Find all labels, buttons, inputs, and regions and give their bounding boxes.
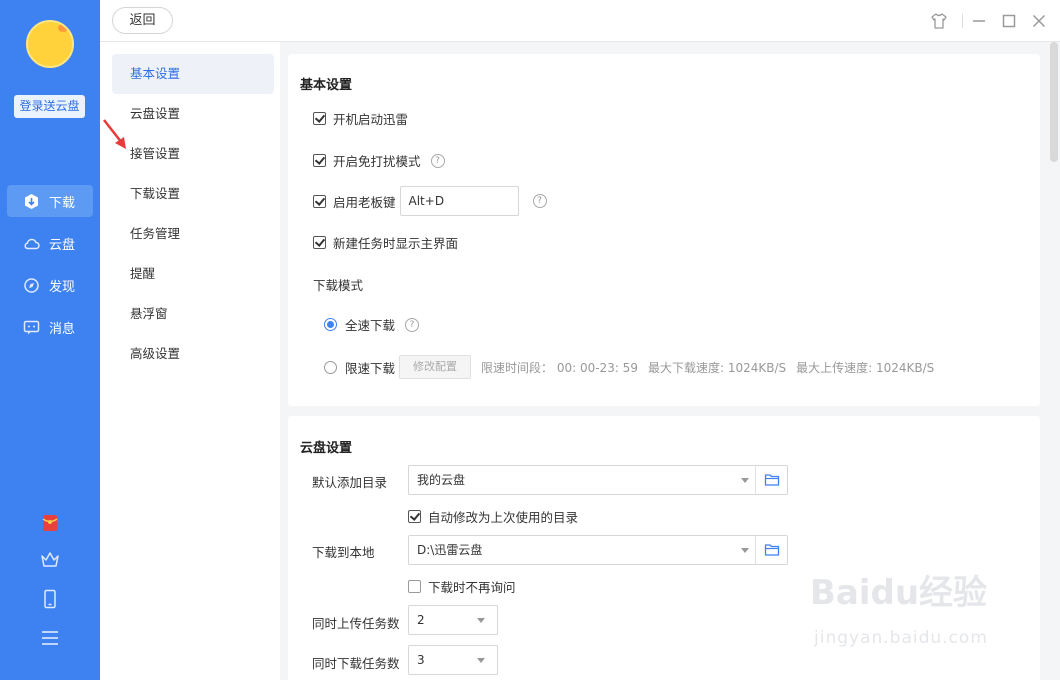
download-tasks-label: 同时下载任务数	[312, 656, 400, 671]
settings-nav-download[interactable]: 下载设置	[112, 174, 274, 214]
login-cloud-button[interactable]: 登录送云盘	[14, 95, 85, 118]
select-value: 2	[417, 613, 425, 627]
option-label: 限速下载	[345, 360, 396, 376]
message-icon	[23, 319, 40, 336]
default-dir-select[interactable]: 我的云盘	[408, 465, 788, 495]
minimize-icon[interactable]	[970, 12, 988, 30]
startup-checkbox[interactable]	[313, 112, 326, 125]
chevron-down-icon	[741, 548, 749, 553]
red-packet-icon[interactable]	[40, 513, 60, 533]
option-label: 自动修改为上次使用的目录	[428, 510, 579, 525]
chevron-down-icon	[741, 478, 749, 483]
show-main-option[interactable]: 新建任务时显示主界面	[313, 233, 458, 252]
avatar[interactable]	[26, 20, 74, 68]
local-dir-select[interactable]: D:\迅雷云盘	[408, 535, 788, 565]
bosskey-checkbox[interactable]	[313, 194, 326, 208]
option-label: 下载时不再询问	[428, 580, 516, 595]
bosskey-option: 启用老板键 Alt+D ?	[313, 186, 547, 216]
nav-item-label: 发现	[49, 279, 76, 295]
nav-item-discover[interactable]: 发现	[7, 269, 93, 301]
nav-item-message[interactable]: 消息	[7, 311, 93, 343]
no-ask-option[interactable]: 下载时不再询问	[408, 577, 516, 596]
option-label: 全速下载	[345, 318, 396, 333]
select-value: D:\迅雷云盘	[417, 543, 483, 557]
watermark-main: Baidu经验	[810, 573, 988, 613]
nav-item-cloud[interactable]: 云盘	[7, 227, 93, 259]
close-icon[interactable]	[1030, 12, 1048, 30]
upload-tasks-select[interactable]: 2	[408, 605, 498, 635]
local-dir-label: 下载到本地	[312, 545, 375, 560]
section-title: 云盘设置	[300, 441, 353, 456]
option-label: 开机启动迅雷	[333, 112, 409, 127]
maximize-icon[interactable]	[1000, 12, 1018, 30]
option-label: 启用老板键	[333, 194, 396, 210]
settings-nav-reminder[interactable]: 提醒	[112, 254, 274, 294]
select-value: 我的云盘	[417, 473, 466, 487]
dnd-checkbox[interactable]	[313, 154, 326, 167]
settings-nav-floating[interactable]: 悬浮窗	[112, 294, 274, 334]
help-icon[interactable]: ?	[405, 317, 420, 332]
menu-icon[interactable]	[40, 628, 60, 648]
skin-icon[interactable]	[930, 12, 948, 30]
show-main-checkbox[interactable]	[313, 236, 326, 249]
limit-speed-radio[interactable]	[324, 360, 337, 374]
phone-icon[interactable]	[40, 589, 60, 609]
watermark: Baidu经验 jingyan.baidu.com	[810, 565, 1010, 655]
limit-speed-option: 限速下载 修改配置 限速时间段： 00: 00-23: 59 最大下载速度: 1…	[324, 355, 934, 379]
content-scrollbar[interactable]	[1050, 42, 1058, 680]
nav-item-download[interactable]: 下载	[7, 185, 93, 217]
basic-settings-panel: 基本设置 开机启动迅雷 开启免打扰模式 ? 启用老板键 Alt+D ? 新建任务…	[288, 54, 1040, 406]
help-icon[interactable]: ?	[532, 194, 547, 208]
full-speed-radio[interactable]	[324, 318, 337, 331]
section-title: 基本设置	[300, 78, 353, 93]
full-speed-option[interactable]: 全速下载 ?	[324, 315, 420, 334]
upload-tasks-label: 同时上传任务数	[312, 616, 400, 631]
nav-item-label: 消息	[49, 321, 76, 337]
select-value: 3	[417, 653, 425, 667]
settings-nav-basic[interactable]: 基本设置	[112, 54, 274, 94]
crown-icon[interactable]	[40, 550, 60, 570]
no-ask-checkbox[interactable]	[408, 580, 421, 593]
dnd-option[interactable]: 开启免打扰模式 ?	[313, 151, 445, 170]
title-bar: 返回	[100, 0, 1060, 42]
bosskey-input[interactable]: Alt+D	[399, 186, 519, 216]
watermark-sub: jingyan.baidu.com	[814, 628, 988, 648]
option-label: 新建任务时显示主界面	[333, 236, 459, 251]
option-label: 开启免打扰模式	[333, 154, 421, 169]
chevron-down-icon	[477, 658, 485, 663]
modify-config-button[interactable]: 修改配置	[399, 355, 472, 379]
discover-icon	[23, 277, 40, 294]
download-tasks-select[interactable]: 3	[408, 645, 498, 675]
max-download-text: 最大下载速度: 1024KB/S	[647, 360, 787, 375]
scrollbar-thumb[interactable]	[1050, 42, 1058, 162]
folder-icon[interactable]	[755, 536, 787, 564]
nav-item-label: 下载	[49, 195, 76, 211]
download-icon	[23, 193, 40, 210]
folder-icon[interactable]	[755, 466, 787, 494]
annotation-arrow-icon	[102, 118, 132, 152]
main-sidebar: 登录送云盘 下载 云盘 发现 消息	[0, 0, 100, 680]
max-upload-text: 最大上传速度: 1024KB/S	[796, 360, 935, 375]
limit-period-text: 限速时间段： 00: 00-23: 59	[481, 360, 638, 375]
settings-nav-cloud[interactable]: 云盘设置	[112, 94, 274, 134]
settings-nav-task[interactable]: 任务管理	[112, 214, 274, 254]
back-button[interactable]: 返回	[112, 7, 173, 34]
settings-nav-advanced[interactable]: 高级设置	[112, 334, 274, 374]
settings-nav-takeover[interactable]: 接管设置	[112, 134, 274, 174]
default-dir-label: 默认添加目录	[312, 475, 388, 490]
help-icon[interactable]: ?	[430, 153, 445, 168]
nav-item-label: 云盘	[49, 237, 76, 253]
download-mode-label: 下载模式	[313, 278, 364, 293]
auto-modify-checkbox[interactable]	[408, 510, 421, 523]
auto-modify-option[interactable]: 自动修改为上次使用的目录	[408, 507, 578, 526]
chevron-down-icon	[477, 618, 485, 623]
startup-option[interactable]: 开机启动迅雷	[313, 109, 408, 128]
cloud-icon	[23, 235, 40, 252]
divider	[962, 14, 963, 28]
